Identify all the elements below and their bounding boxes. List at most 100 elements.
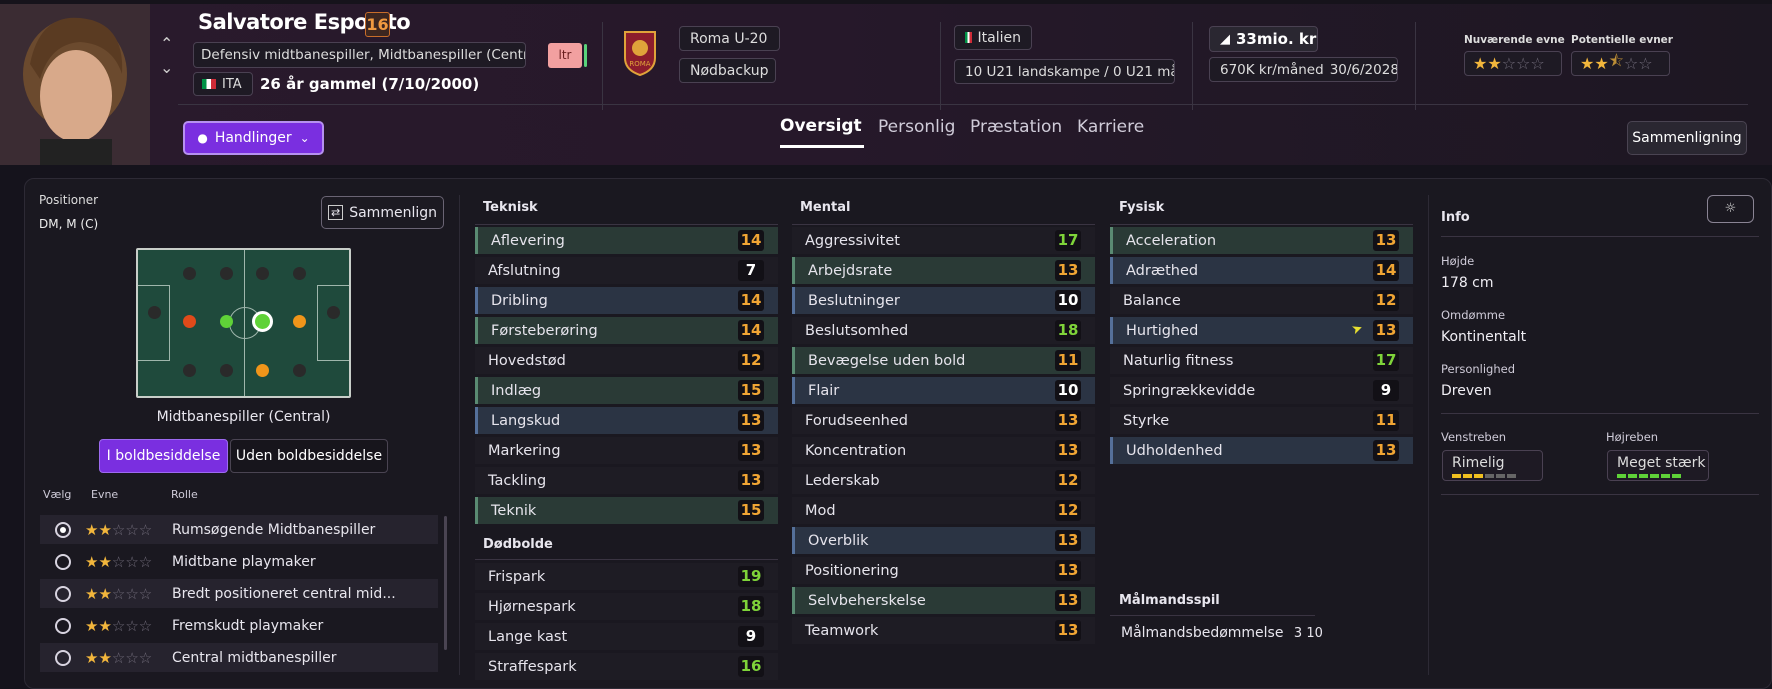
tab-career[interactable]: Karriere	[1077, 117, 1144, 137]
attribute-row[interactable]: Indlæg 15	[475, 377, 778, 404]
tab-overview[interactable]: Oversigt	[780, 116, 862, 136]
squad-number: 16	[365, 12, 390, 37]
attribute-row[interactable]: Aflevering 14	[475, 227, 778, 254]
contract-end: 30/6/2028	[1329, 61, 1398, 78]
attribute-row[interactable]: Bevægelse uden bold 11	[792, 347, 1095, 374]
role-name: Rumsøgende Midtbanespiller	[172, 521, 376, 538]
attribute-row[interactable]: Koncentration 13	[792, 437, 1095, 464]
left-foot-value: Rimelig	[1452, 455, 1505, 471]
header-rule	[178, 104, 1748, 105]
attribute-row[interactable]: Springrækkevidde 9	[1110, 377, 1413, 404]
divider	[1415, 22, 1416, 110]
attribute-value: 10	[1055, 290, 1081, 311]
role-stars: ★★☆☆☆	[85, 584, 153, 603]
attribute-row[interactable]: Aggressivitet 17	[792, 227, 1095, 254]
attribute-name: Forudseenhed	[805, 412, 908, 429]
attribute-row[interactable]: Balance 12	[1110, 287, 1413, 314]
attribute-row[interactable]: Afslutning 7	[475, 257, 778, 284]
attribute-name: Styrke	[1123, 412, 1170, 429]
role-row[interactable]: ★★☆☆☆ Midtbane playmaker	[40, 547, 438, 576]
attribute-row[interactable]: Frispark 19	[475, 563, 778, 590]
goalkeeping-title: Målmandsspil	[1119, 593, 1220, 608]
attribute-value: 14	[738, 230, 764, 251]
attribute-value: 9	[738, 626, 764, 647]
toggle-in-possession[interactable]: I boldbesiddelse	[99, 439, 228, 473]
attribute-row[interactable]: Arbejdsrate 13	[792, 257, 1095, 284]
attribute-value: 15	[738, 500, 764, 521]
status-badge[interactable]: ltr	[548, 43, 582, 68]
attribute-row[interactable]: Lange kast 9	[475, 623, 778, 650]
divider	[1428, 195, 1429, 675]
player-photo	[0, 4, 150, 165]
attribute-name: Hovedstød	[488, 352, 566, 369]
club-name[interactable]: Roma U-20	[679, 26, 780, 51]
attribute-row[interactable]: Hjørnespark 18	[475, 593, 778, 620]
attribute-row[interactable]: Mod 12	[792, 497, 1095, 524]
compare-button[interactable]: Sammenligning	[1627, 121, 1747, 155]
attribute-row[interactable]: Flair 10	[792, 377, 1095, 404]
role-name: Midtbane playmaker	[172, 553, 316, 570]
attribute-value: 7	[738, 260, 764, 281]
role-radio[interactable]	[55, 585, 71, 602]
goalkeeping-rating-label: Målmandsbedømmelse	[1121, 625, 1284, 641]
role-radio[interactable]	[55, 649, 71, 666]
role-row[interactable]: ★★☆☆☆ Rumsøgende Midtbanespiller	[40, 515, 438, 544]
attribute-row[interactable]: Hovedstød 12	[475, 347, 778, 374]
attribute-row[interactable]: Dribling 14	[475, 287, 778, 314]
country-box[interactable]: Italien	[954, 25, 1032, 50]
attribute-name: Straffespark	[488, 658, 577, 675]
caps-text: 10 U21 landskampe / 0 U21 mål	[954, 59, 1175, 84]
attribute-value: 18	[1055, 320, 1081, 341]
attribute-row[interactable]: Adræthed 14	[1110, 257, 1413, 284]
role-row[interactable]: ★★☆☆☆ Fremskudt playmaker	[40, 611, 438, 640]
toggle-out-possession[interactable]: Uden boldbesiddelse	[230, 439, 388, 473]
col-choose: Vælg	[43, 488, 72, 501]
attribute-row[interactable]: Teknik 15	[475, 497, 778, 524]
attribute-value: 13	[1055, 440, 1081, 461]
attribute-row[interactable]: Straffespark 16	[475, 653, 778, 680]
attribute-row[interactable]: Langskud 13	[475, 407, 778, 434]
roles-scrollbar[interactable]	[444, 516, 447, 650]
role-radio[interactable]	[55, 617, 71, 634]
attribute-row[interactable]: Beslutsomhed 18	[792, 317, 1095, 344]
attribute-row[interactable]: Udholdenhed 13	[1110, 437, 1413, 464]
attribute-row[interactable]: Førsteberøring 14	[475, 317, 778, 344]
scroll-up-icon[interactable]: ⌃	[160, 34, 173, 53]
role-radio[interactable]	[55, 521, 71, 538]
nationality-box: ITA	[193, 72, 253, 96]
attribute-row[interactable]: Styrke 11	[1110, 407, 1413, 434]
squad-status: Nødbackup	[679, 58, 776, 83]
tab-personal[interactable]: Personlig	[878, 117, 955, 137]
left-foot-label: Venstreben	[1441, 430, 1507, 444]
attribute-row[interactable]: Forudseenhed 13	[792, 407, 1095, 434]
role-row[interactable]: ★★☆☆☆ Central midtbanespiller	[40, 643, 438, 672]
attribute-row[interactable]: Positionering 13	[792, 557, 1095, 584]
attribute-name: Teknik	[491, 502, 537, 519]
selected-position[interactable]	[252, 311, 273, 332]
attribute-row[interactable]: Tackling 13	[475, 467, 778, 494]
attribute-name: Udholdenhed	[1126, 442, 1223, 459]
right-foot-label: Højreben	[1606, 430, 1659, 444]
role-row[interactable]: ★★☆☆☆ Bredt positioneret central mid...	[40, 579, 438, 608]
compare-small-button[interactable]: ⇄ Sammenlign	[321, 196, 444, 229]
attribute-row[interactable]: Lederskab 12	[792, 467, 1095, 494]
attribute-row[interactable]: Beslutninger 10	[792, 287, 1095, 314]
attribute-row[interactable]: Acceleration 13	[1110, 227, 1413, 254]
actions-button[interactable]: ● Handlinger ⌄	[183, 121, 324, 155]
attribute-row[interactable]: Naturlig fitness 17	[1110, 347, 1413, 374]
attribute-value: 13	[1055, 590, 1081, 611]
attribute-row[interactable]: Teamwork 13	[792, 617, 1095, 644]
club-logo-icon[interactable]: ROMA	[622, 30, 658, 80]
attribute-row[interactable]: Markering 13	[475, 437, 778, 464]
tab-performance[interactable]: Præstation	[970, 117, 1062, 137]
attribute-row[interactable]: Hurtighed 13 ➤	[1110, 317, 1413, 344]
attribute-row[interactable]: Selvbeherskelse 13	[792, 587, 1095, 614]
scroll-down-icon[interactable]: ⌄	[160, 58, 173, 77]
left-foot-box: Rimelig	[1442, 450, 1543, 481]
contract-box: 670K kr/måned 30/6/2028	[1209, 57, 1398, 82]
attribute-value: 10	[1055, 380, 1081, 401]
profile-settings-icon[interactable]: ☼	[1707, 195, 1754, 223]
current-ability-label: Nuværende evne	[1464, 34, 1565, 46]
attribute-row[interactable]: Overblik 13	[792, 527, 1095, 554]
role-radio[interactable]	[55, 553, 71, 570]
